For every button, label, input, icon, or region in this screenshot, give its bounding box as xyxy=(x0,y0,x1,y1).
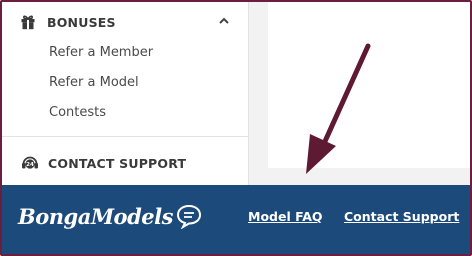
footer: BongaModels Model FAQ Contact Support xyxy=(2,185,470,254)
bonuses-title: BONUSES xyxy=(47,14,116,30)
chat-bubble-icon xyxy=(176,204,201,229)
bongamodels-logo[interactable]: BongaModels xyxy=(18,199,203,233)
contact-support-item[interactable]: 24 CONTACT SUPPORT xyxy=(20,152,186,174)
sidebar-item-refer-member[interactable]: Refer a Member xyxy=(49,45,153,60)
chevron-up-icon[interactable] xyxy=(218,16,230,26)
headset-24-icon: 24 xyxy=(22,156,38,169)
model-faq-link[interactable]: Model FAQ xyxy=(248,209,323,224)
contact-support-link[interactable]: Contact Support xyxy=(344,209,459,224)
bonuses-section-header[interactable]: BONUSES xyxy=(20,12,230,32)
sidebar-divider xyxy=(2,136,248,137)
sidebar: BONUSES Refer a Member Refer a Model Con… xyxy=(2,2,249,185)
pointer-arrow-icon xyxy=(306,43,371,174)
sidebar-item-refer-model[interactable]: Refer a Model xyxy=(49,75,139,90)
gift-icon xyxy=(21,15,35,30)
logo-text: BongaModels xyxy=(18,203,173,229)
contact-support-label: CONTACT SUPPORT xyxy=(48,155,187,171)
sidebar-item-contests[interactable]: Contests xyxy=(49,105,106,120)
screenshot-frame: BONUSES Refer a Member Refer a Model Con… xyxy=(0,0,472,256)
support-badge: 24 xyxy=(26,162,34,168)
